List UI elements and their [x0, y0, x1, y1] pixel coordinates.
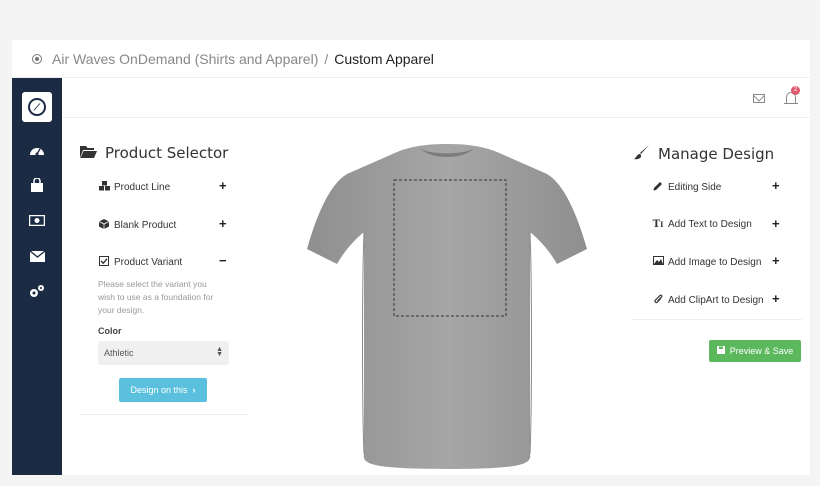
- breadcrumb-parent-link[interactable]: Air Waves OnDemand (Shirts and Apparel): [52, 51, 318, 67]
- collapse-product-variant-button[interactable]: −: [219, 253, 227, 268]
- color-label: Color: [98, 326, 122, 336]
- accordion-product-variant[interactable]: Product Variant: [98, 256, 182, 269]
- breadcrumb-separator: /: [324, 50, 329, 67]
- logo-icon: ⟋: [28, 98, 46, 116]
- company-logo-icon: [32, 53, 42, 64]
- product-selector-title: Product Selector: [80, 144, 228, 162]
- paperclip-icon: [652, 294, 664, 307]
- shopping-bag-icon[interactable]: [28, 177, 46, 193]
- cube-icon: [98, 219, 110, 232]
- notification-badge: 2: [791, 86, 800, 95]
- accordion-label: Editing Side: [668, 182, 722, 193]
- manage-design-title-text: Manage Design: [658, 145, 775, 163]
- accordion-blank-product[interactable]: Blank Product: [98, 219, 176, 232]
- text-icon: TI: [652, 219, 664, 230]
- pencil-icon: [652, 181, 664, 194]
- tshirt-image: [307, 144, 587, 469]
- accordion-label: Add Image to Design: [668, 256, 762, 268]
- accordion-add-clipart[interactable]: Add ClipArt to Design: [652, 294, 764, 307]
- cubes-icon: [98, 181, 110, 194]
- image-icon: [652, 256, 664, 268]
- dashboard-icon[interactable]: [28, 142, 46, 158]
- chevron-right-icon: ›: [192, 385, 196, 395]
- accordion-add-text[interactable]: TI Add Text to Design: [652, 219, 752, 230]
- accordion-label: Product Line: [114, 182, 171, 193]
- accordion-label: Product Variant: [114, 257, 183, 268]
- color-select[interactable]: Athletic ▲ ▼: [98, 341, 229, 365]
- gears-icon[interactable]: [28, 283, 46, 299]
- app-logo[interactable]: ⟋: [22, 92, 52, 122]
- check-square-icon: [98, 256, 110, 269]
- accordion-label: Blank Product: [114, 220, 177, 231]
- breadcrumb: Air Waves OnDemand (Shirts and Apparel) …: [12, 40, 810, 78]
- expand-blank-product-button[interactable]: +: [219, 216, 227, 231]
- expand-add-clipart-button[interactable]: +: [772, 291, 780, 306]
- product-selector-title-text: Product Selector: [105, 144, 229, 162]
- variant-help-text: Please select the variant you wish to us…: [98, 279, 214, 315]
- design-button-label: Design on this: [130, 385, 188, 395]
- expand-add-text-button[interactable]: +: [772, 216, 780, 231]
- mail-icon[interactable]: [753, 94, 765, 103]
- preview-button-label: Preview & Save: [729, 346, 794, 356]
- color-select-value: Athletic: [104, 348, 134, 358]
- manage-design-title: Manage Design: [634, 144, 774, 164]
- folder-open-icon: [80, 144, 97, 162]
- accordion-product-line[interactable]: Product Line: [98, 181, 170, 194]
- money-icon[interactable]: [28, 212, 46, 228]
- divider: [80, 414, 248, 415]
- accordion-label: Add ClipArt to Design: [668, 295, 764, 306]
- envelope-icon[interactable]: [28, 248, 46, 264]
- select-arrows-icon: ▲ ▼: [216, 346, 223, 358]
- preview-and-save-button[interactable]: Preview & Save: [709, 340, 801, 362]
- expand-product-line-button[interactable]: +: [219, 178, 227, 193]
- sidebar: ⟋: [12, 78, 62, 475]
- save-icon: [716, 346, 725, 356]
- expand-editing-side-button[interactable]: +: [772, 178, 780, 193]
- design-canvas[interactable]: [302, 144, 592, 475]
- paint-brush-icon: [634, 144, 650, 164]
- accordion-add-image[interactable]: Add Image to Design: [652, 256, 761, 268]
- breadcrumb-current: Custom Apparel: [334, 50, 434, 67]
- divider: [632, 319, 802, 320]
- topbar: 2: [62, 78, 810, 118]
- accordion-label: Add Text to Design: [668, 219, 752, 230]
- app-window: Air Waves OnDemand (Shirts and Apparel) …: [12, 40, 810, 475]
- accordion-editing-side[interactable]: Editing Side: [652, 181, 721, 194]
- expand-add-image-button[interactable]: +: [772, 253, 780, 268]
- design-on-this-button[interactable]: Design on this ›: [119, 378, 207, 402]
